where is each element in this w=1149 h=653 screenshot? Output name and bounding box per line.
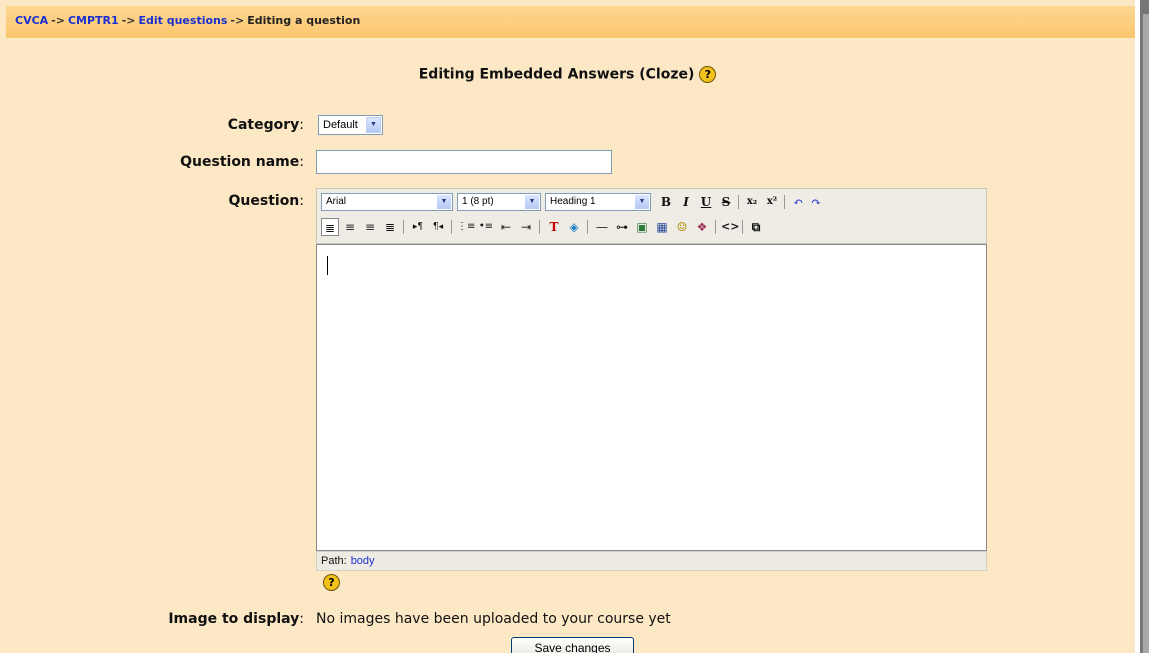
toolbar-separator <box>587 220 588 234</box>
category-select[interactable]: Default ▼ <box>318 115 383 135</box>
category-label: Category: <box>4 117 304 133</box>
font-size-value: 1 (8 pt) <box>462 196 494 207</box>
toolbar-separator <box>738 195 739 209</box>
bold-button[interactable]: B <box>657 193 675 211</box>
indent-button[interactable]: ⇥ <box>517 218 535 236</box>
strikethrough-button[interactable]: S <box>717 193 735 211</box>
toolbar-separator <box>784 195 785 209</box>
chevron-down-icon: ▼ <box>635 195 649 209</box>
horizontal-rule-button[interactable]: — <box>593 218 611 236</box>
html-source-button[interactable]: <> <box>721 218 739 236</box>
toolbar-separator <box>715 220 716 234</box>
question-name-label-text: Question name <box>180 154 300 170</box>
help-icon[interactable]: ? <box>323 574 340 591</box>
breadcrumb-separator: -> <box>230 14 245 27</box>
table-button[interactable]: ▦ <box>653 218 671 236</box>
page: CVCA -> CMPTR1 -> Edit questions -> Editing a … <box>0 0 1135 653</box>
align-right-button[interactable]: ≡ <box>361 218 379 236</box>
editor-path-bar: Path: body <box>316 551 987 571</box>
save-changes-button[interactable]: Save changes <box>511 637 634 653</box>
question-label: Question: <box>4 193 305 209</box>
outdent-button[interactable]: ⇤ <box>497 218 515 236</box>
justify-button[interactable]: ≣ <box>381 218 399 236</box>
font-family-value: Arial <box>326 196 347 207</box>
question-colon: : <box>299 193 304 209</box>
image-colon: : <box>299 611 304 627</box>
format-select[interactable]: Heading 1 ▼ <box>545 193 651 211</box>
font-family-select[interactable]: Arial ▼ <box>321 193 453 211</box>
italic-button[interactable]: I <box>677 193 695 211</box>
question-name-input[interactable] <box>316 150 612 174</box>
align-left-button[interactable]: ≣ <box>321 218 339 236</box>
toolbar-separator <box>403 220 404 234</box>
link-button[interactable]: ⊶ <box>613 218 631 236</box>
toolbar-separator <box>539 220 540 234</box>
font-size-select[interactable]: 1 (8 pt) ▼ <box>457 193 541 211</box>
question-text-editor[interactable] <box>316 244 987 551</box>
breadcrumb-link-cmptr1[interactable]: CMPTR1 <box>68 14 119 27</box>
image-button[interactable]: ▣ <box>633 218 651 236</box>
superscript-button[interactable]: x² <box>763 193 781 211</box>
image-label-text: Image to display <box>168 611 300 627</box>
redo-button[interactable]: ↷ <box>807 193 825 211</box>
ordered-list-button[interactable]: ⋮≡ <box>457 218 475 236</box>
breadcrumb-link-edit-questions[interactable]: Edit questions <box>138 14 227 27</box>
ltr-button[interactable]: ▸¶ <box>409 218 427 236</box>
breadcrumb-separator: -> <box>121 14 136 27</box>
chevron-down-icon: ▼ <box>437 195 451 209</box>
image-label: Image to display: <box>4 611 304 627</box>
question-name-label: Question name: <box>4 154 304 170</box>
special-char-button[interactable]: ❖ <box>693 218 711 236</box>
underline-button[interactable]: U <box>697 193 715 211</box>
text-caret <box>327 256 328 275</box>
bg-color-button[interactable]: ◈ <box>565 218 583 236</box>
align-center-button[interactable]: ≡ <box>341 218 359 236</box>
page-title: Editing Embedded Answers (Cloze) <box>418 66 695 83</box>
path-label: Path: <box>321 555 347 567</box>
subscript-button[interactable]: x₂ <box>743 193 761 211</box>
question-name-colon: : <box>299 154 304 170</box>
toolbar-separator <box>451 220 452 234</box>
chevron-down-icon: ▼ <box>525 195 539 209</box>
help-icon[interactable]: ? <box>699 66 717 83</box>
smiley-button[interactable]: ☺ <box>673 218 691 236</box>
fullscreen-button[interactable]: ⧉ <box>747 218 765 236</box>
breadcrumb-separator: -> <box>51 14 65 27</box>
toolbar-separator <box>742 220 743 234</box>
question-label-text: Question <box>228 193 300 209</box>
category-colon: : <box>299 117 304 133</box>
text-color-button[interactable]: T <box>545 218 563 236</box>
path-link-body[interactable]: body <box>351 555 375 567</box>
format-value: Heading 1 <box>550 196 596 207</box>
chevron-down-icon: ▼ <box>366 117 381 133</box>
image-status-text: No images have been uploaded to your cou… <box>316 611 671 627</box>
breadcrumb-current: Editing a question <box>247 14 361 27</box>
rtl-button[interactable]: ¶◂ <box>429 218 447 236</box>
undo-button[interactable]: ↶ <box>789 193 807 211</box>
category-select-value: Default <box>323 119 358 131</box>
page-title-row: Editing Embedded Answers (Cloze) ? <box>0 66 1135 83</box>
category-label-text: Category <box>227 117 300 133</box>
unordered-list-button[interactable]: •≡ <box>477 218 495 236</box>
editor-toolbar: Arial ▼ 1 (8 pt) ▼ Heading 1 ▼ B I U S x… <box>316 188 987 244</box>
scrollbar-track <box>1143 14 1149 653</box>
breadcrumb: CVCA -> CMPTR1 -> Edit questions -> Editing a … <box>6 6 1135 38</box>
breadcrumb-link-cvca[interactable]: CVCA <box>15 14 48 27</box>
